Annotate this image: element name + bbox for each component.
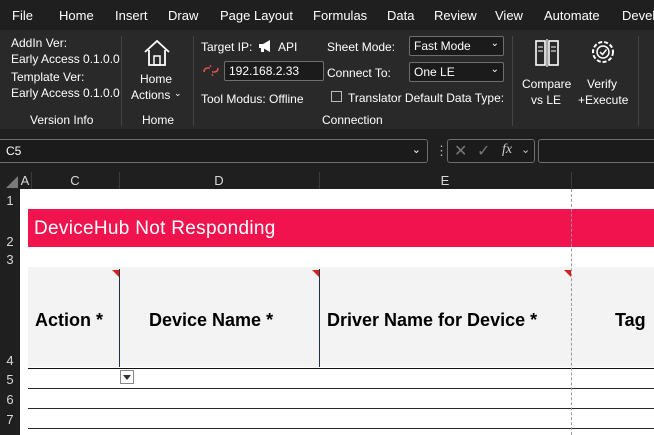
compare-icon [535,39,559,67]
ribbon-divider [121,36,122,126]
megaphone-icon [259,40,270,52]
compare-vs-le-button[interactable]: Compare vs LE [518,34,576,107]
addin-version-label: AddIn Ver: [11,36,68,50]
header-driver-name[interactable]: Driver Name for Device * [327,310,537,331]
home-group-label: Home [142,113,175,127]
cell-border [319,269,320,367]
home-actions-label-line1: Home [140,72,173,86]
sheet-grid[interactable]: DeviceHub Not Responding Action * Device… [20,189,654,435]
status-banner-text: DeviceHub Not Responding [34,218,276,239]
chevron-down-icon: ⌄ [174,88,182,98]
header-device-name[interactable]: Device Name * [149,310,273,331]
addin-version-value: Early Access 0.1.0.0 [11,52,120,66]
compare-label-line2: vs LE [531,93,562,107]
row-header-7[interactable]: 7 [0,412,20,427]
home-icon [144,39,170,66]
chevron-down-icon[interactable]: ⌄ [521,143,530,156]
row-border [28,408,654,409]
menu-formulas[interactable]: Formulas [313,8,367,23]
column-divider [571,172,572,189]
verify-execute-button[interactable]: Verify +Execute [576,34,632,107]
version-info-group-label: Version Info [30,113,94,127]
menu-draw[interactable]: Draw [168,8,198,23]
header-action[interactable]: Action * [35,310,103,331]
translator-checkbox[interactable] [331,91,342,102]
cancel-icon[interactable]: ✕ [454,141,467,161]
name-box-value: C5 [6,144,22,158]
chevron-down-icon [123,375,131,380]
row-header-6[interactable]: 6 [0,392,20,407]
name-box[interactable]: C5 ⌄ [0,139,428,163]
target-ip-label: Target IP: [201,40,253,54]
cell-dropdown-button[interactable] [120,370,134,384]
header-tag[interactable]: Tag [615,310,646,331]
check-icon[interactable]: ✓ [477,141,490,161]
column-headers: A C D E [0,172,654,189]
menu-bar: File Home Insert Draw Page Layout Formul… [0,0,654,30]
row-border [28,368,654,369]
template-version-label: Template Ver: [11,70,85,84]
insert-function-icon[interactable]: fx [502,142,512,158]
row-header-4[interactable]: 4 [0,353,20,368]
column-header-e[interactable]: E [319,172,571,189]
menu-insert[interactable]: Insert [115,8,148,23]
template-version-value: Early Access 0.1.0.0 [11,86,120,100]
sheet-mode-value: Fast Mode [414,39,471,53]
row-border [28,428,654,429]
compare-label-line1: Compare [522,77,572,91]
chevron-down-icon: ⌄ [490,64,499,75]
row-border [28,388,654,389]
column-header-d[interactable]: D [119,172,319,189]
verify-label-line2: +Execute [578,93,629,107]
column-header-c[interactable]: C [31,172,119,189]
connection-group-label: Connection [322,113,383,127]
connect-to-label: Connect To: [327,66,391,80]
column-header-a[interactable]: A [20,172,30,189]
comment-indicator[interactable] [312,270,319,277]
cell-border [119,269,120,367]
target-ip-input[interactable]: 192.168.2.33 [224,61,324,81]
sheet-mode-label: Sheet Mode: [327,40,396,54]
sheet-mode-select[interactable]: Fast Mode ⌄ [409,36,504,56]
row-headers: 1 2 3 4 5 6 7 [0,189,20,435]
menu-developer[interactable]: Devel [622,8,654,23]
chevron-down-icon[interactable]: ⌄ [412,143,421,156]
verify-label-line1: Verify [587,77,618,91]
menu-view[interactable]: View [495,8,523,23]
status-banner: DeviceHub Not Responding [28,209,654,247]
menu-automate[interactable]: Automate [544,8,600,23]
formula-input[interactable] [538,139,654,163]
gear-check-icon [592,41,614,63]
select-all-corner[interactable] [0,172,20,189]
home-actions-button[interactable]: Home Actions ⌄ [127,34,187,106]
broken-link-icon[interactable] [202,63,220,77]
page-break-line [571,189,572,435]
comment-indicator[interactable] [564,270,571,277]
menu-page-layout[interactable]: Page Layout [220,8,293,23]
row-header-2[interactable]: 2 [0,234,20,249]
menu-data[interactable]: Data [387,8,414,23]
row-header-1[interactable]: 1 [0,193,20,208]
api-label[interactable]: API [278,40,297,54]
translator-default-label: Translator Default Data Type: [348,91,505,105]
chevron-down-icon: ⌄ [490,38,499,49]
ribbon-divider [512,36,513,126]
select-all-icon [6,176,18,188]
comment-indicator[interactable] [112,270,119,277]
menu-file[interactable]: File [12,8,33,23]
ribbon-divider [638,36,639,126]
target-ip-value: 192.168.2.33 [229,64,300,78]
menu-home[interactable]: Home [59,8,94,23]
row-header-3[interactable]: 3 [0,252,20,267]
menu-review[interactable]: Review [434,8,477,23]
connect-to-value: One LE [414,65,455,79]
home-actions-label-line2: Actions [131,88,171,102]
formula-bar: C5 ⌄ ⋮ ✕ ✓ fx ⌄ [0,136,654,168]
ribbon: AddIn Ver: Early Access 0.1.0.0 Template… [0,30,654,129]
ribbon-divider [193,36,194,126]
row-header-5[interactable]: 5 [0,372,20,387]
tool-modus-status: Tool Modus: Offline [201,92,304,106]
formula-actions: ✕ ✓ fx ⌄ [447,139,535,163]
connect-to-select[interactable]: One LE ⌄ [409,62,504,82]
